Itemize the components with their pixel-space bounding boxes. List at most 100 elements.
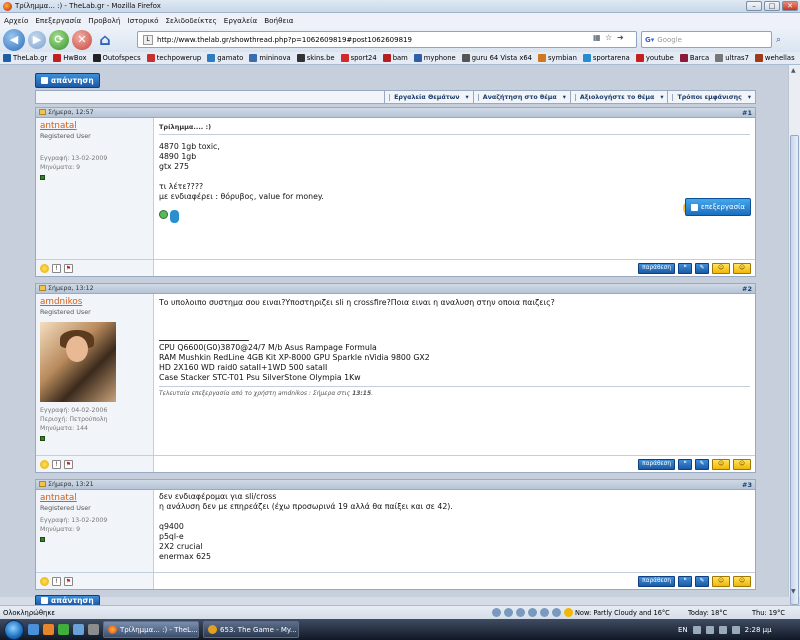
- menu-file[interactable]: Αρχείο: [4, 16, 28, 25]
- network-icon[interactable]: [731, 625, 740, 634]
- report-icon[interactable]: !: [52, 263, 61, 273]
- scrollbar[interactable]: ▲ ▼: [788, 65, 800, 605]
- minimize-button[interactable]: –: [746, 1, 762, 11]
- bookmark-item[interactable]: Barca: [679, 54, 709, 62]
- bookmark-item[interactable]: techpowerup: [146, 54, 201, 62]
- quicklaunch-icon[interactable]: [88, 624, 99, 635]
- search-thread-menu[interactable]: Αναζήτηση στο θέμα ▾: [472, 91, 570, 103]
- home-button[interactable]: ⌂: [95, 30, 115, 50]
- maximize-button[interactable]: □: [764, 1, 780, 11]
- quote-button[interactable]: παράθεση: [638, 575, 675, 587]
- search-go-icon[interactable]: ⌕: [776, 35, 781, 45]
- weather-thu[interactable]: Thu: 19°C: [752, 609, 785, 617]
- rate-button[interactable]: ☺: [733, 262, 751, 274]
- post-number[interactable]: #2: [742, 285, 752, 293]
- lightbulb-icon[interactable]: [40, 263, 49, 273]
- reload-button[interactable]: ⟳: [49, 29, 69, 50]
- tray-icon[interactable]: [692, 625, 701, 634]
- addon-icon[interactable]: [504, 608, 513, 617]
- menu-edit[interactable]: Επεξεργασία: [35, 16, 81, 25]
- lightbulb-icon[interactable]: [40, 459, 49, 469]
- stop-button[interactable]: ✕: [72, 29, 92, 50]
- bookmark-item[interactable]: TheLab.gr: [3, 54, 47, 62]
- bookmark-item[interactable]: youtube: [635, 54, 674, 62]
- thanks-button[interactable]: ☺: [712, 575, 730, 587]
- bookmark-item[interactable]: mininova: [249, 54, 291, 62]
- reply-button-top[interactable]: απάντηση: [35, 73, 100, 88]
- quick-reply-button[interactable]: ✎: [695, 458, 709, 470]
- lightbulb-icon[interactable]: [40, 576, 49, 586]
- multiquote-button[interactable]: ❝: [678, 458, 692, 470]
- menu-history[interactable]: Ιστορικό: [127, 16, 158, 25]
- menu-help[interactable]: Βοήθεια: [264, 16, 293, 25]
- bookmark-item[interactable]: wehellas: [754, 54, 795, 62]
- thanks-button[interactable]: ☺: [712, 458, 730, 470]
- bookmark-star-icon[interactable]: ☆: [605, 33, 614, 44]
- bookmark-item[interactable]: myphone: [413, 54, 456, 62]
- edit-button[interactable]: επεξεργασία: [684, 198, 751, 216]
- bookmark-item[interactable]: ultras7: [715, 54, 749, 62]
- task-firefox[interactable]: Τρίλημμα... :) - TheL...: [103, 621, 199, 638]
- multiquote-button[interactable]: ❝: [678, 262, 692, 274]
- bookmark-item[interactable]: gamato: [207, 54, 243, 62]
- username-link[interactable]: amdnikos: [40, 297, 149, 307]
- bookmark-item[interactable]: guru 64 Vista x64: [461, 54, 532, 62]
- bookmark-item[interactable]: sportarena: [582, 54, 630, 62]
- bookmark-item[interactable]: bam: [382, 54, 408, 62]
- menu-bookmarks[interactable]: Σελιδοδείκτες: [166, 16, 217, 25]
- rate-button[interactable]: ☺: [733, 575, 751, 587]
- addon-icon[interactable]: [492, 608, 501, 617]
- user-avatar[interactable]: [40, 322, 116, 402]
- post-number[interactable]: #1: [742, 109, 752, 117]
- back-button[interactable]: ◀: [3, 28, 25, 51]
- weather-now[interactable]: Now: Partly Cloudy and 16°C: [575, 609, 670, 617]
- bookmark-item[interactable]: skins.be: [296, 54, 335, 62]
- addon-icon[interactable]: [552, 608, 561, 617]
- forward-button[interactable]: ▶: [28, 30, 46, 49]
- thanks-button[interactable]: ☺: [712, 262, 730, 274]
- search-input[interactable]: G▾ Google: [641, 31, 772, 48]
- url-input[interactable]: L http://www.thelab.gr/showthread.php?p=…: [137, 31, 637, 48]
- addon-icon[interactable]: [540, 608, 549, 617]
- quicklaunch-icon[interactable]: [58, 624, 69, 635]
- post-number[interactable]: #3: [742, 481, 752, 489]
- display-modes-menu[interactable]: Τρόποι εμφάνισης ▾: [667, 91, 755, 103]
- thread-tools-menu[interactable]: Εργαλεία Θεμάτων ▾: [384, 91, 473, 103]
- bookmark-item[interactable]: Outofspecs: [92, 54, 141, 62]
- scroll-up-icon[interactable]: ▲: [791, 67, 796, 74]
- bookmark-item[interactable]: symbian: [538, 54, 577, 62]
- language-indicator[interactable]: EN: [678, 626, 688, 634]
- scroll-down-icon[interactable]: ▼: [791, 588, 796, 595]
- quote-button[interactable]: παράθεση: [638, 458, 675, 470]
- quicklaunch-icon[interactable]: [43, 624, 54, 635]
- flag-icon[interactable]: ⚑: [64, 576, 73, 586]
- username-link[interactable]: antnatal: [40, 493, 149, 503]
- quicklaunch-icon[interactable]: [73, 624, 84, 635]
- flag-icon[interactable]: ⚑: [64, 459, 73, 469]
- close-button[interactable]: ✕: [782, 1, 798, 11]
- weather-today[interactable]: Today: 18°C: [688, 609, 727, 617]
- go-icon[interactable]: ➜: [617, 33, 626, 44]
- scrollbar-thumb[interactable]: [790, 135, 799, 605]
- tray-icon[interactable]: [705, 625, 714, 634]
- quote-button[interactable]: παράθεση: [638, 262, 675, 274]
- username-link[interactable]: antnatal: [40, 121, 149, 131]
- addon-icon[interactable]: [516, 608, 525, 617]
- volume-icon[interactable]: [718, 625, 727, 634]
- report-icon[interactable]: !: [52, 459, 61, 469]
- clock[interactable]: 2:28 μμ: [745, 626, 772, 634]
- flag-icon[interactable]: ⚑: [64, 263, 73, 273]
- task-game[interactable]: 653. The Game - My...: [203, 621, 299, 638]
- quicklaunch-icon[interactable]: [28, 624, 39, 635]
- addon-icon[interactable]: [528, 608, 537, 617]
- bookmark-item[interactable]: sport24: [340, 54, 377, 62]
- quick-reply-button[interactable]: ✎: [695, 262, 709, 274]
- quick-reply-button[interactable]: ✎: [695, 575, 709, 587]
- rss-icon[interactable]: ▦: [593, 33, 602, 44]
- menu-view[interactable]: Προβολή: [88, 16, 120, 25]
- start-button[interactable]: [4, 619, 24, 640]
- rate-thread-menu[interactable]: Αξιολογήστε το θέμα ▾: [569, 91, 668, 103]
- menu-tools[interactable]: Εργαλεία: [224, 16, 257, 25]
- multiquote-button[interactable]: ❝: [678, 575, 692, 587]
- rate-button[interactable]: ☺: [733, 458, 751, 470]
